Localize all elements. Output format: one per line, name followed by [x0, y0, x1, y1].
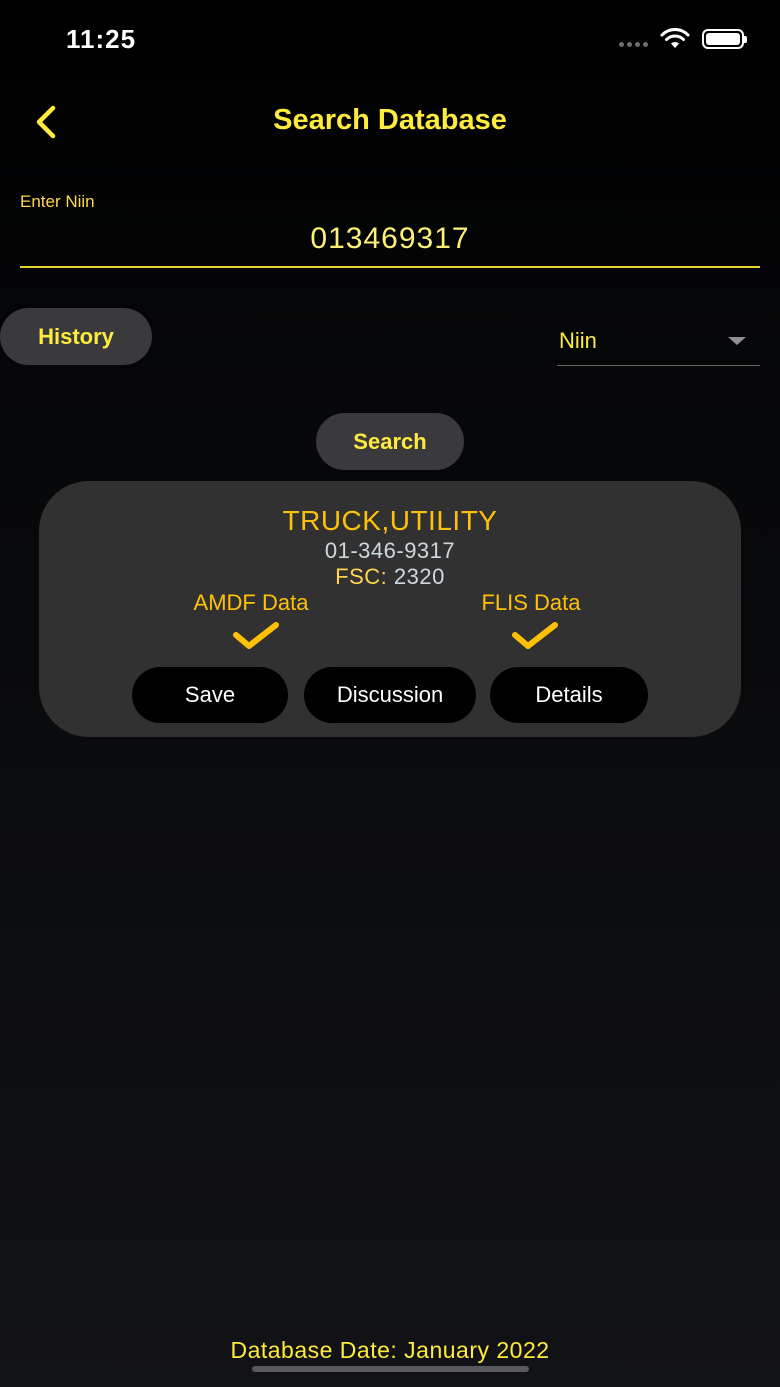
niin-input[interactable] [20, 212, 760, 268]
details-button[interactable]: Details [490, 667, 648, 723]
status-time: 11:25 [66, 24, 137, 54]
dropdown-arrow-icon [728, 336, 746, 345]
result-niin: 01-346-9317 [324, 538, 456, 563]
search-type-dropdown[interactable]: Niin [557, 316, 760, 366]
niin-field-label: Enter Niin [20, 192, 95, 211]
flis-checkmark-icon [512, 622, 558, 649]
result-fsc: FSC: 2320 [0, 564, 780, 590]
page-title: Search Database [273, 104, 507, 136]
cellular-signal-icon [619, 41, 648, 47]
dropdown-selected-value: Niin [559, 327, 597, 353]
flis-data-label: FLIS Data [481, 590, 581, 615]
fsc-value: 2320 [393, 564, 445, 589]
result-title: TRUCK,UTILITY [282, 505, 498, 536]
discussion-button[interactable]: Discussion [304, 667, 476, 723]
status-icons [619, 28, 747, 50]
amdf-checkmark-icon [233, 622, 279, 649]
fsc-label: FSC: [335, 564, 388, 589]
amdf-data-label: AMDF Data [193, 590, 309, 615]
search-button[interactable]: Search [316, 413, 464, 470]
battery-icon [702, 29, 747, 49]
home-indicator[interactable] [252, 1366, 529, 1372]
wifi-icon [660, 28, 690, 48]
save-button[interactable]: Save [132, 667, 288, 723]
history-button[interactable]: History [0, 308, 152, 365]
database-date: Database Date: January 2022 [230, 1337, 550, 1363]
